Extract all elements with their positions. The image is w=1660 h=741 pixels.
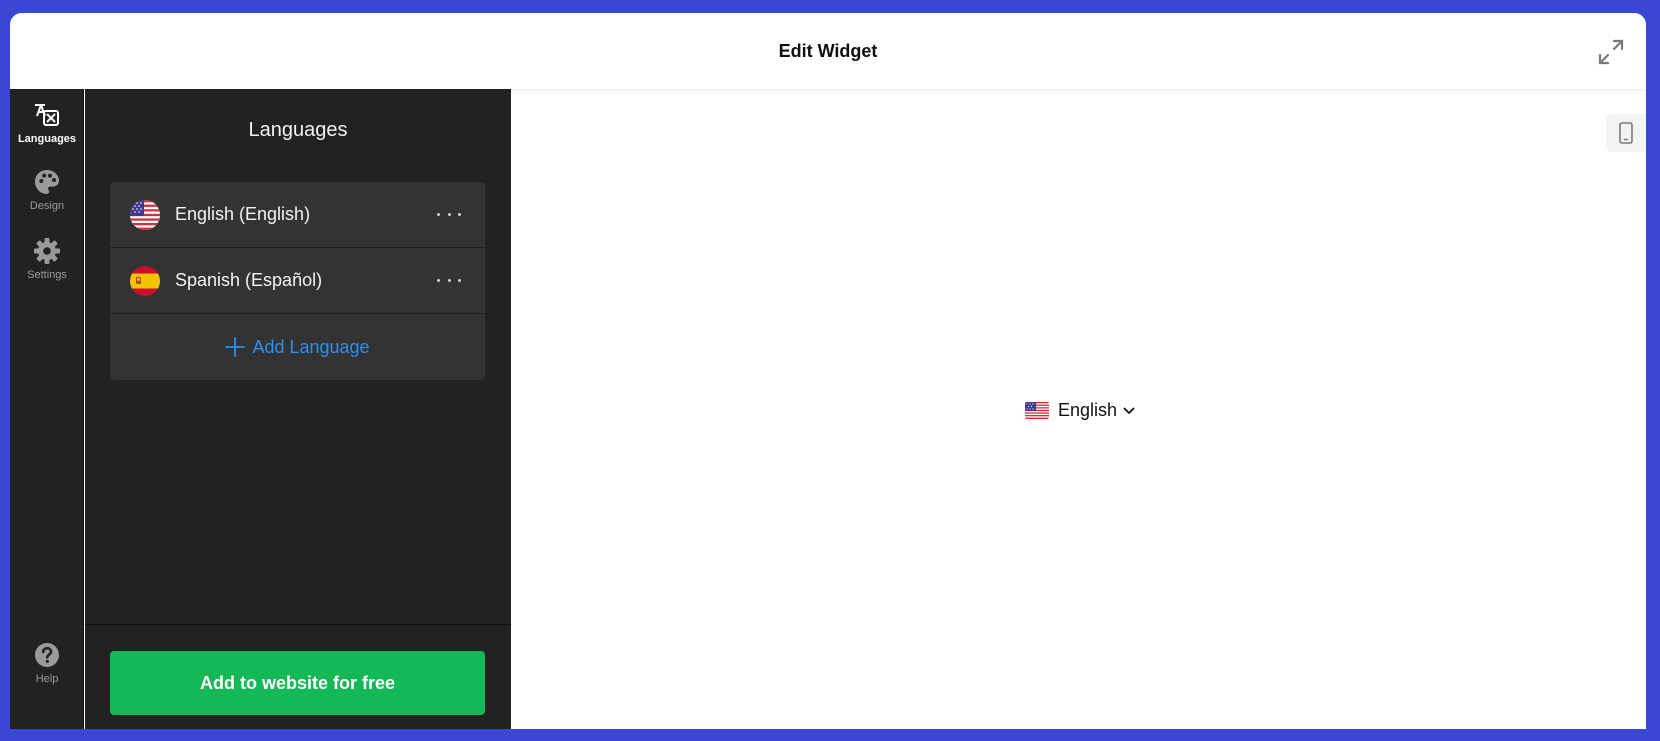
widget-preview: English bbox=[511, 89, 1646, 729]
editor-window: Edit Widget Languages Design Settings He… bbox=[10, 13, 1646, 729]
us-flag-icon bbox=[130, 199, 160, 230]
add-language-button[interactable]: Add Language bbox=[110, 314, 485, 380]
mobile-phone-icon bbox=[1619, 122, 1633, 144]
chevron-down-icon bbox=[1123, 407, 1135, 414]
question-circle-icon bbox=[35, 643, 59, 667]
spain-flag-icon bbox=[130, 265, 160, 296]
panel-title: Languages bbox=[248, 119, 348, 141]
top-bar: Edit Widget bbox=[10, 13, 1646, 89]
us-flag-icon bbox=[1025, 402, 1049, 419]
add-language-label: Add Language bbox=[252, 336, 370, 357]
sidebar-item-label: Design bbox=[29, 200, 65, 212]
language-selector[interactable]: English bbox=[1025, 400, 1135, 421]
sidebar-rail: Languages Design Settings Help bbox=[10, 89, 84, 729]
selected-language-label: English bbox=[1058, 400, 1118, 420]
sidebar-item-settings[interactable]: Settings bbox=[10, 237, 84, 281]
language-name: Spanish (Español) bbox=[175, 270, 323, 290]
language-list: English (English) Spanish (Español) Add … bbox=[110, 182, 485, 380]
languages-panel: Languages English (English) Spanish (Esp… bbox=[85, 89, 511, 729]
panel-footer: Add to website for free bbox=[85, 624, 511, 729]
add-to-website-button[interactable]: Add to website for free bbox=[110, 651, 485, 715]
more-horizontal-icon bbox=[437, 212, 440, 216]
palette-icon bbox=[35, 170, 59, 194]
language-item-english[interactable]: English (English) bbox=[110, 182, 485, 248]
sidebar-item-languages[interactable]: Languages bbox=[10, 101, 84, 145]
sidebar-item-label: Languages bbox=[17, 133, 77, 145]
translate-icon bbox=[35, 104, 59, 126]
language-name: English (English) bbox=[175, 204, 311, 224]
page-title: Edit Widget bbox=[778, 40, 878, 61]
language-item-spanish[interactable]: Spanish (Español) bbox=[110, 248, 485, 314]
more-options-button[interactable] bbox=[437, 202, 461, 226]
sidebar-item-design[interactable]: Design bbox=[10, 168, 84, 212]
more-horizontal-icon bbox=[437, 278, 440, 282]
mobile-preview-button[interactable] bbox=[1606, 114, 1646, 152]
plus-icon bbox=[225, 337, 246, 357]
more-options-button[interactable] bbox=[437, 268, 461, 292]
sidebar-item-label: Settings bbox=[27, 269, 67, 281]
gear-icon bbox=[34, 238, 60, 264]
sidebar-item-help[interactable]: Help bbox=[10, 641, 84, 685]
expand-arrows-icon bbox=[1598, 39, 1624, 65]
expand-button[interactable] bbox=[1596, 37, 1626, 67]
sidebar-item-label: Help bbox=[35, 673, 59, 685]
